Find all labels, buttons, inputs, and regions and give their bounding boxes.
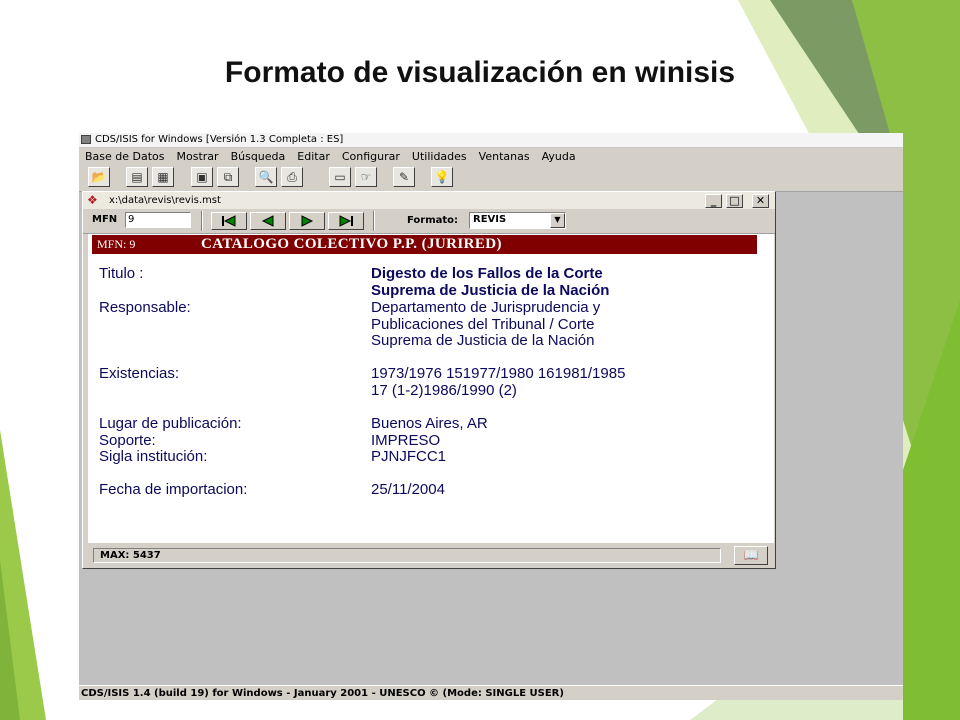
menu-busqueda[interactable]: Búsqueda (225, 148, 292, 165)
field-value-line: Departamento de Jurisprudencia y (371, 299, 601, 316)
menu-editar[interactable]: Editar (291, 148, 336, 165)
book-icon[interactable]: 📖 (734, 546, 768, 565)
edit-form-icon[interactable]: ▭ (329, 167, 351, 187)
menu-base-de-datos[interactable]: Base de Datos (79, 148, 171, 165)
app-icon (81, 135, 91, 144)
menu-utilidades[interactable]: Utilidades (406, 148, 473, 165)
previous-record-icon (261, 215, 274, 227)
database-info-icon[interactable]: ▦ (152, 167, 174, 187)
field-value-existencias: 1973/1976 151977/1980 161981/1985 17 (1-… (371, 365, 626, 399)
database-file-icon: ❖ (87, 193, 98, 207)
field-value-line: Suprema de Justicia de la Nación (371, 332, 595, 349)
cds-isis-screenshot: CDS/ISIS for Windows [Versión 1.3 Comple… (79, 133, 903, 700)
field-value-sigla-institucion: PJNJFCC1 (371, 448, 447, 466)
field-label-fecha-importacion: Fecha de importacion: (99, 481, 248, 498)
field-label-lugar-publicacion: Lugar de publicación: (99, 415, 242, 432)
minimize-button[interactable]: _ (705, 194, 722, 208)
last-record-button[interactable] (328, 212, 364, 230)
record-window: ❖ x:\data\revis\revis.mst _ □ ✕ MFN 9 Fo… (82, 191, 776, 569)
field-label-responsable: Responsable: (99, 299, 191, 316)
field-value-line: 25/11/2004 (371, 481, 445, 498)
toolbar: 📂 ▤ ▦ ▣ ⧉ 🔍 ⎙ ▭ ☞ ✎ 💡 (79, 165, 903, 192)
toolbar-separator (373, 211, 375, 231)
hand-pointer-icon[interactable]: ☞ (355, 167, 377, 187)
field-value-line: 1973/1976 151977/1980 161981/1985 (371, 365, 626, 382)
next-record-icon (301, 215, 314, 227)
menu-mostrar[interactable]: Mostrar (171, 148, 225, 165)
field-value-line: Publicaciones del Tribunal / Corte (371, 315, 595, 333)
record-count-status: MAX: 5437 (93, 548, 721, 563)
maximize-button[interactable]: □ (726, 194, 743, 208)
toolbar-separator (201, 211, 203, 231)
chevron-down-icon[interactable]: ▼ (550, 213, 565, 228)
clipboard-icon[interactable]: ▣ (191, 167, 213, 187)
slide-title: Formato de visualización en winisis (224, 56, 736, 89)
app-title: CDS/ISIS for Windows [Versión 1.3 Comple… (95, 134, 344, 145)
field-label-titulo: Titulo : (99, 265, 144, 282)
next-record-button[interactable] (289, 212, 325, 230)
field-value-line: Suprema de Justicia de la Nación (371, 281, 610, 299)
previous-record-button[interactable] (250, 212, 286, 230)
mfn-input[interactable]: 9 (125, 212, 191, 228)
app-titlebar: CDS/ISIS for Windows [Versión 1.3 Comple… (79, 133, 903, 148)
lightbulb-icon[interactable]: 💡 (431, 167, 453, 187)
first-record-icon (222, 215, 236, 227)
menu-configurar[interactable]: Configurar (336, 148, 406, 165)
record-window-statusbar: MAX: 5437 📖 (83, 543, 775, 568)
field-value-titulo: Digesto de los Fallos de la Corte Suprem… (371, 265, 610, 299)
copy-records-icon[interactable]: ⧉ (217, 167, 239, 187)
record-header-band: MFN: 9 CATALOGO COLECTIVO P.P. (JURIRED) (92, 235, 757, 254)
format-select[interactable]: REVIS ▼ (469, 212, 566, 229)
print-icon[interactable]: ⎙ (281, 167, 303, 187)
field-label-existencias: Existencias: (99, 365, 180, 382)
record-window-title: x:\data\revis\revis.mst (109, 195, 221, 206)
record-header-title: CATALOGO COLECTIVO P.P. (JURIRED) (201, 236, 502, 252)
close-button[interactable]: ✕ (752, 194, 769, 208)
format-label: Formato: (407, 215, 459, 226)
search-icon[interactable]: 🔍 (255, 167, 277, 187)
record-navigation-bar: MFN 9 Formato: REVIS ▼ (83, 209, 775, 234)
field-label-sigla-institucion: Sigla institución: (99, 448, 208, 465)
field-value-line: Buenos Aires, AR (371, 415, 488, 432)
field-value-line: Digesto de los Fallos de la Corte (371, 265, 603, 282)
record-header-mfn: MFN: 9 (97, 237, 136, 251)
record-window-titlebar: ❖ x:\data\revis\revis.mst _ □ ✕ (83, 192, 775, 209)
field-label-soporte: Soporte: (99, 432, 156, 449)
record-display-area: MFN: 9 CATALOGO COLECTIVO P.P. (JURIRED)… (88, 234, 774, 543)
pencil-icon[interactable]: ✎ (393, 167, 415, 187)
menu-ayuda[interactable]: Ayuda (536, 148, 582, 165)
mfn-label: MFN (92, 214, 118, 225)
last-record-icon (339, 215, 353, 227)
open-database-icon[interactable]: 📂 (88, 167, 110, 187)
field-value-responsable: Departamento de Jurisprudencia y Publica… (371, 299, 601, 350)
menu-bar: Base de Datos Mostrar Búsqueda Editar Config… (79, 148, 903, 165)
field-value-lugar-publicacion: Buenos Aires, AR (371, 415, 488, 433)
field-value-line: 17 (1-2)1986/1990 (2) (371, 381, 517, 399)
field-value-line: PJNJFCC1 (371, 448, 447, 465)
first-record-button[interactable] (211, 212, 247, 230)
menu-ventanas[interactable]: Ventanas (473, 148, 536, 165)
field-value-fecha-importacion: 25/11/2004 (371, 481, 445, 499)
database-list-icon[interactable]: ▤ (126, 167, 148, 187)
app-status-bar: CDS/ISIS 1.4 (build 19) for Windows - Ja… (79, 685, 903, 700)
format-select-value: REVIS (473, 214, 507, 225)
